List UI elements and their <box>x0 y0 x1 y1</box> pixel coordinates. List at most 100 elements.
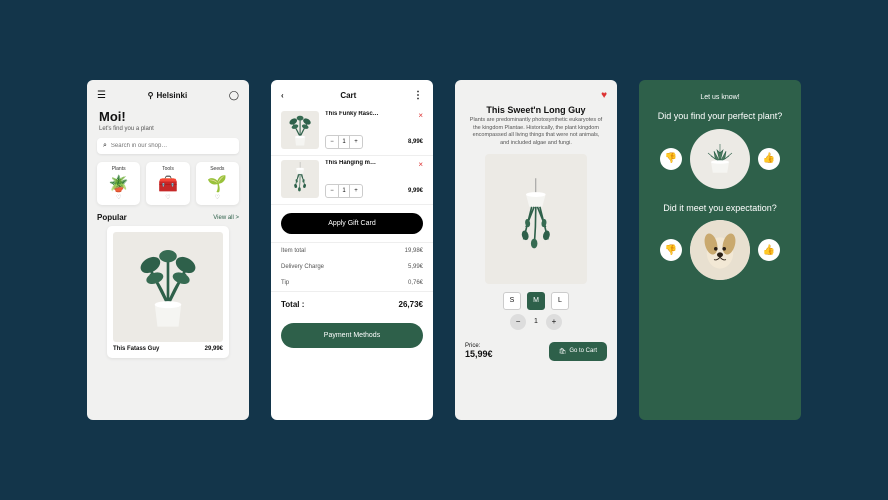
cart-item: This Funky Rasc… × − 1 + 8,99€ <box>271 107 433 156</box>
qty-minus[interactable]: − <box>326 136 338 148</box>
total-row: Total : 26,73€ <box>271 291 433 317</box>
item-thumb <box>281 111 319 149</box>
cart-screen: ‹ Cart ⋮ This Funky Rasc… × − 1 + 8,99€ <box>271 80 433 420</box>
plant-icon: 🪴 <box>101 174 136 194</box>
payment-button[interactable]: Payment Methods <box>281 323 423 348</box>
question-1: Did you find your perfect plant? <box>658 111 783 123</box>
home-header: ☰ ⚲ Helsinki ◯ <box>87 80 249 105</box>
search-bar[interactable]: ⌕ <box>97 138 239 154</box>
popular-title: Popular <box>97 213 127 222</box>
summary-rows: Item total 19,98€ Delivery Charge 5,99€ … <box>271 242 433 291</box>
go-to-cart-button[interactable]: 🛍 Go to Cart <box>549 342 607 361</box>
search-input[interactable] <box>111 143 233 149</box>
location-header[interactable]: ⚲ Helsinki <box>148 91 188 100</box>
row-label: Item total <box>281 248 306 254</box>
item-name: This Hanging m… <box>325 160 376 169</box>
location-text: Helsinki <box>157 91 188 100</box>
qty-value: 1 <box>338 185 350 197</box>
product-image <box>113 232 223 342</box>
product-image <box>485 154 587 284</box>
heart-icon: ♡ <box>215 195 220 201</box>
product-title: This Sweet'n Long Guy <box>455 105 617 117</box>
qty-minus[interactable]: − <box>510 314 526 330</box>
item-name: This Funky Rasc… <box>325 111 379 120</box>
thumbs-up-icon[interactable]: 👍 <box>758 239 780 261</box>
heart-icon: ♡ <box>165 195 170 201</box>
user-icon[interactable]: ◯ <box>229 90 239 101</box>
product-header: ♥ <box>455 80 617 105</box>
qty-plus[interactable]: + <box>350 185 362 197</box>
category-label: Seeds <box>200 166 235 172</box>
row-value: 19,98€ <box>405 248 423 254</box>
home-screen: ☰ ⚲ Helsinki ◯ Moi! Let's find you a pla… <box>87 80 249 420</box>
category-label: Plants <box>101 166 136 172</box>
feedback-image-dog <box>690 220 750 280</box>
total-label: Total : <box>281 300 304 309</box>
cart-icon: 🛍 <box>559 348 567 355</box>
row-label: Tip <box>281 280 289 286</box>
summary-row: Item total 19,98€ <box>281 243 423 259</box>
size-l[interactable]: L <box>551 292 569 310</box>
category-plants[interactable]: Plants 🪴 ♡ <box>97 162 140 205</box>
category-row: Plants 🪴 ♡ Tools 🧰 ♡ Seeds 🌱 ♡ <box>87 162 249 205</box>
view-all-link[interactable]: View all > <box>213 215 239 221</box>
search-icon: ⌕ <box>103 142 107 150</box>
category-label: Tools <box>150 166 185 172</box>
item-thumb <box>281 160 319 198</box>
size-m[interactable]: M <box>527 292 545 310</box>
feedback-row-2: 👎 👍 <box>660 220 780 280</box>
cart-label: Go to Cart <box>569 348 597 354</box>
thumbs-down-icon[interactable]: 👎 <box>660 239 682 261</box>
subtitle: Let's find you a plant <box>87 124 249 138</box>
tools-icon: 🧰 <box>150 174 185 194</box>
remove-icon[interactable]: × <box>418 111 423 120</box>
category-seeds[interactable]: Seeds 🌱 ♡ <box>196 162 239 205</box>
qty-control: − 1 + <box>325 135 363 149</box>
seeds-icon: 🌱 <box>200 174 235 194</box>
qty-value: 1 <box>534 318 538 325</box>
back-icon[interactable]: ‹ <box>281 91 284 100</box>
qty-control: − 1 + <box>325 184 363 198</box>
summary-row: Tip 0,76€ <box>281 275 423 291</box>
product-name: This Fatass Guy <box>113 346 159 352</box>
price: 15,99€ <box>465 349 493 359</box>
greeting: Moi! <box>87 105 249 124</box>
gift-card-button[interactable]: Apply Gift Card <box>281 213 423 234</box>
thumbs-up-icon[interactable]: 👍 <box>758 148 780 170</box>
product-card[interactable]: This Fatass Guy 29,99€ <box>107 226 229 358</box>
cart-header: ‹ Cart ⋮ <box>271 80 433 107</box>
row-label: Delivery Charge <box>281 264 324 270</box>
qty-plus[interactable]: + <box>350 136 362 148</box>
qty-minus[interactable]: − <box>326 185 338 197</box>
qty-value: 1 <box>338 136 350 148</box>
item-price: 9,99€ <box>408 188 423 194</box>
favorite-icon[interactable]: ♥ <box>601 90 607 101</box>
qty-row: − 1 + <box>455 314 617 330</box>
product-price: 29,99€ <box>205 346 223 352</box>
popular-header: Popular View all > <box>87 205 249 226</box>
size-s[interactable]: S <box>503 292 521 310</box>
row-value: 5,99€ <box>408 264 423 270</box>
feedback-image-plant <box>690 129 750 189</box>
cart-item: This Hanging m… × − 1 + 9,99€ <box>271 156 433 205</box>
feedback-header: Let us know! <box>700 94 739 101</box>
cart-title: Cart <box>340 91 356 100</box>
feedback-row-1: 👎 👍 <box>660 129 780 189</box>
thumbs-down-icon[interactable]: 👎 <box>660 148 682 170</box>
product-desc: Plants are predominantly photosynthetic … <box>455 117 617 154</box>
question-2: Did it meet you expectation? <box>663 203 777 215</box>
qty-plus[interactable]: + <box>546 314 562 330</box>
category-tools[interactable]: Tools 🧰 ♡ <box>146 162 189 205</box>
product-screen: ♥ This Sweet'n Long Guy Plants are predo… <box>455 80 617 420</box>
size-selector: S M L <box>455 292 617 310</box>
more-icon[interactable]: ⋮ <box>413 90 423 101</box>
location-pin-icon: ⚲ <box>148 91 154 100</box>
feedback-screen: Let us know! Did you find your perfect p… <box>639 80 801 420</box>
product-footer: Price: 15,99€ 🛍 Go to Cart <box>455 338 617 365</box>
summary-row: Delivery Charge 5,99€ <box>281 259 423 275</box>
heart-icon: ♡ <box>116 195 121 201</box>
row-value: 0,76€ <box>408 280 423 286</box>
total-value: 26,73€ <box>399 300 423 309</box>
remove-icon[interactable]: × <box>418 160 423 169</box>
menu-icon[interactable]: ☰ <box>97 90 106 101</box>
